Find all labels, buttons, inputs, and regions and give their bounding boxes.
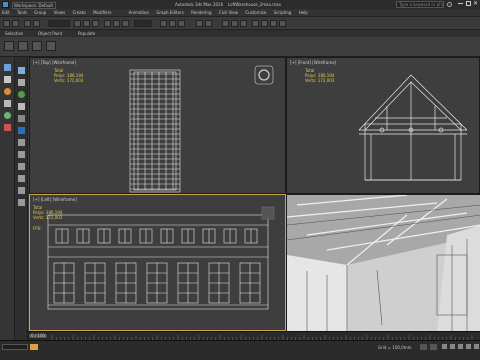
menu-items: Edit Tools Group Views Create Modifiers … [2,10,314,15]
orbit-icon[interactable] [466,344,471,349]
align-icon[interactable] [205,20,212,27]
menu-item-tools[interactable]: Tools [17,10,27,15]
camera-icon[interactable] [18,151,25,158]
motion-panel-icon[interactable] [4,100,11,107]
reference-coordinate-dropdown[interactable] [134,20,152,27]
create-panel-icon[interactable] [4,64,11,71]
close-icon[interactable]: ✕ [473,0,478,7]
command-panel [0,57,15,340]
pan-icon[interactable] [458,344,463,349]
menu-item-scripting[interactable]: Scripting [274,10,292,15]
title-bar: Workspace: Default Autodesk 3ds Max 2016… [0,0,480,9]
grid-size: Grid = 100,0mm [378,345,412,350]
systems-icon[interactable] [18,187,25,194]
light-icon[interactable] [18,139,25,146]
rectangular-selection-icon[interactable] [92,20,99,27]
material-editor-icon[interactable] [252,20,259,27]
minimize-icon[interactable] [458,3,463,4]
hierarchy-panel-icon[interactable] [4,88,11,95]
render-production-icon[interactable] [279,20,286,27]
helper-icon[interactable] [18,163,25,170]
percent-snap-icon[interactable] [178,20,185,27]
redo-icon[interactable] [12,20,19,27]
front-view-wireframe [358,74,468,181]
select-object-icon[interactable] [74,20,81,27]
menu-item-create[interactable]: Create [73,10,86,15]
menu-item-animation[interactable]: Animation [129,10,149,15]
box-icon[interactable] [18,103,25,110]
undo-icon[interactable] [3,20,10,27]
tab-object-paint[interactable]: Object Paint [38,31,62,36]
modify-panel-icon[interactable] [4,76,11,83]
render-setup-icon[interactable] [261,20,268,27]
play-icon[interactable] [442,344,447,349]
curve-editor-icon[interactable] [231,20,238,27]
unlink-icon[interactable] [33,20,40,27]
paint-icon[interactable] [18,127,25,134]
display-panel-icon[interactable] [4,112,11,119]
menu-item-civil-view[interactable]: Civil View [219,10,238,15]
app-title: Autodesk 3ds Max 2016 [175,2,224,7]
menu-item-graph-editors[interactable]: Graph Editors [156,10,183,15]
tab-populate[interactable]: Populate [78,31,95,36]
viewport-left[interactable]: [+] [Left] [Wireframe] Total Polys: 386,… [29,194,286,331]
select-tool-icon[interactable] [18,67,25,74]
utilities-panel-icon[interactable] [4,124,11,131]
ribbon-tabs: Selection Object Paint Populate [0,30,480,37]
selection-filter-dropdown[interactable] [48,20,70,27]
select-by-name-icon[interactable] [83,20,90,27]
schematic-view-icon[interactable] [240,20,247,27]
search-input[interactable]: Type a keyword or phrase [396,1,444,8]
menu-item-rendering[interactable]: Rendering [191,10,211,15]
viewport-top[interactable]: [+] [Top] [Wireframe] Total Polys: 386,1… [29,57,286,194]
menu-item-group[interactable]: Group [34,10,46,15]
workspace-dropdown[interactable]: Workspace: Default [12,2,56,9]
perspective-view-render [287,195,480,332]
top-view-wireframe [129,65,274,193]
layer-manager-icon[interactable] [222,20,229,27]
set-key-button[interactable] [430,344,437,350]
ribbon-panel [0,37,480,57]
frame-counter: 0 / 100 [31,333,46,338]
modify-selection-icon[interactable] [18,41,28,51]
zoom-icon[interactable] [450,344,455,349]
render-frame-icon[interactable] [270,20,277,27]
search-icon[interactable] [447,2,452,7]
menu-item-customize[interactable]: Customize [245,10,266,15]
maximize-viewport-icon[interactable] [474,344,479,349]
auto-key-button[interactable] [420,344,427,350]
menu-bar: Edit Tools Group Views Create Modifiers … [0,9,480,17]
time-slider[interactable]: 0 / 100 [28,331,480,340]
shapes-icon[interactable] [18,199,25,206]
menu-item-views[interactable]: Views [54,10,66,15]
file-name: LoftWarehouse_2max.max [228,2,281,7]
move-icon[interactable] [104,20,111,27]
lasso-icon[interactable] [18,79,25,86]
maxscript-listener[interactable] [2,344,28,350]
menu-item-edit[interactable]: Edit [2,10,10,15]
viewport-front[interactable]: [+] [Front] [Wireframe] Total Polys: 386… [286,57,480,194]
rotate-icon[interactable] [113,20,120,27]
modeling-tool-strip [15,57,28,340]
link-icon[interactable] [24,20,31,27]
status-bar: Grid = 100,0mm [0,340,480,360]
snaps-toggle-icon[interactable] [160,20,167,27]
tab-selection[interactable]: Selection [5,31,23,36]
angle-snap-icon[interactable] [169,20,176,27]
polygon-modeling-icon[interactable] [4,41,14,51]
spacewarp-icon[interactable] [18,175,25,182]
app-logo-icon[interactable] [2,1,9,8]
maximize-icon[interactable] [466,1,471,6]
menu-item-modifiers[interactable]: Modifiers [93,10,111,15]
sphere-icon[interactable] [18,91,25,98]
left-view-wireframe [47,206,275,310]
scale-icon[interactable] [122,20,129,27]
cylinder-icon[interactable] [18,115,25,122]
edit-icon[interactable] [32,41,42,51]
lock-selection-icon[interactable] [30,344,38,350]
menu-item-help[interactable]: Help [299,10,308,15]
geometry-icon[interactable] [46,41,56,51]
mirror-icon[interactable] [196,20,203,27]
viewport-perspective[interactable] [286,194,480,332]
